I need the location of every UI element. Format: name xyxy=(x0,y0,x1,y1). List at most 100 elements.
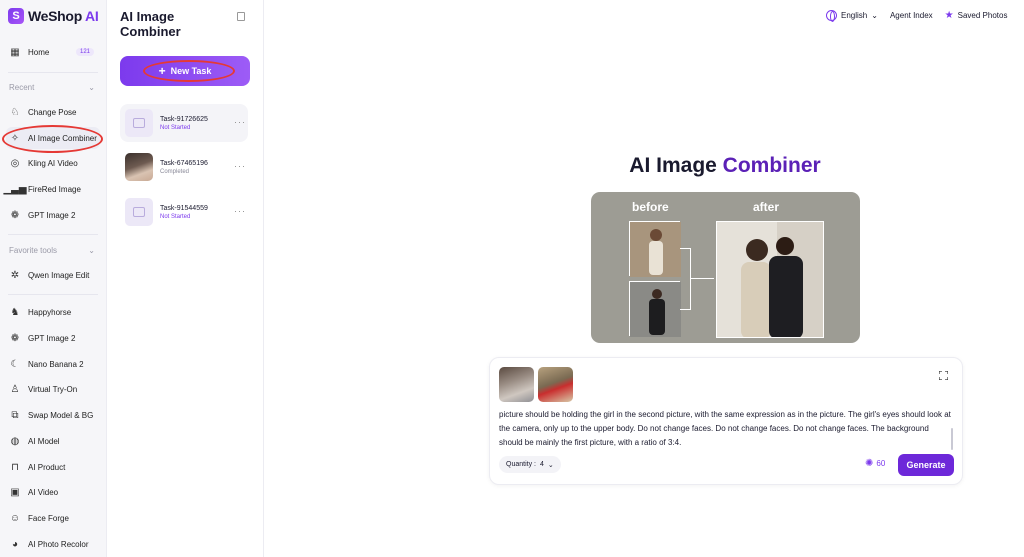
sparkle-icon: ✧ xyxy=(10,132,20,144)
prompt-card: picture should be holding the girl in th… xyxy=(489,357,963,485)
nav-label: Change Pose xyxy=(28,107,77,117)
hero-title-plain: AI Image xyxy=(629,154,717,177)
nav-label: AI Model xyxy=(28,436,60,446)
nav-item-change-pose[interactable]: ♘ Change Pose xyxy=(6,101,100,123)
top-bar: English ⌄ Agent Index ★ Saved Photos xyxy=(826,10,1008,22)
left-nav: S WeShop AI ▦ Home 121 Recent ⌄ ♘ Change … xyxy=(0,0,107,557)
nav-item-ai-product[interactable]: ⊓ AI Product xyxy=(6,456,100,478)
nav-item-virtual-try-on[interactable]: ♙ Virtual Try-On xyxy=(6,378,100,400)
language-selector[interactable]: English ⌄ xyxy=(826,10,878,22)
horse-icon: ♞ xyxy=(10,306,20,318)
quantity-value: 4 xyxy=(539,461,544,468)
face-icon: ☺ xyxy=(9,512,21,524)
nav-item-ai-video[interactable]: ▣ AI Video xyxy=(6,481,100,503)
new-task-button[interactable]: + New Task xyxy=(120,56,250,86)
nav-item-firered-image[interactable]: ▁▃▅ FireRed Image xyxy=(3,178,100,200)
more-icon[interactable]: ··· xyxy=(234,161,246,171)
nav-item-face-forge[interactable]: ☺ Face Forge xyxy=(6,507,100,529)
nav-item-gpt-image-2[interactable]: ❁ GPT Image 2 xyxy=(6,204,100,226)
more-icon[interactable]: ··· xyxy=(234,117,246,127)
nav-item-ai-photo-recolor[interactable]: ◕ AI Photo Recolor xyxy=(6,533,100,555)
task-item[interactable]: Task-67465196 Completed ··· xyxy=(120,148,248,186)
task-panel: AI Image Combiner + New Task Task-917266… xyxy=(107,0,264,557)
saved-photos-link[interactable]: ★ Saved Photos xyxy=(945,10,1008,21)
openai-icon: ❁ xyxy=(10,332,20,344)
nav-item-kling-ai-video[interactable]: ◎ Kling AI Video xyxy=(6,152,100,174)
before-image-2 xyxy=(629,281,681,337)
language-label: English xyxy=(841,11,868,20)
nav-label: Happyhorse xyxy=(28,307,72,317)
divider xyxy=(8,294,98,295)
nav-label: Virtual Try-On xyxy=(28,384,78,394)
bag-icon: ⊓ xyxy=(11,461,19,473)
prompt-textarea[interactable]: picture should be holding the girl in th… xyxy=(499,408,951,450)
nav-label: AI Photo Recolor xyxy=(28,539,89,549)
agent-index-link[interactable]: Agent Index xyxy=(890,11,933,20)
kling-icon: ◎ xyxy=(10,157,20,169)
generate-button[interactable]: Generate xyxy=(898,454,954,476)
nav-item-happyhorse[interactable]: ♞ Happyhorse xyxy=(6,301,100,323)
nav-item-ai-model[interactable]: ◍ AI Model xyxy=(6,430,100,452)
credits-value: 60 xyxy=(876,459,886,468)
palette-icon: ◕ xyxy=(11,538,19,550)
after-image xyxy=(716,221,824,338)
section-recent-label: Recent xyxy=(9,83,35,92)
plus-icon: + xyxy=(158,64,166,78)
swap-icon: ⧉ xyxy=(11,409,19,421)
task-item[interactable]: Task-91544559 Not Started ··· xyxy=(120,193,248,231)
chevron-down-icon: ⌄ xyxy=(547,461,554,469)
nav-label: GPT Image 2 xyxy=(28,333,76,343)
qwen-icon: ✲ xyxy=(10,269,20,281)
section-favorites-label: Favorite tools xyxy=(9,246,58,255)
video-icon: ▣ xyxy=(10,486,20,498)
demo-image: before after xyxy=(591,192,860,343)
task-status: Completed xyxy=(160,168,190,175)
nav-item-nano-banana-2[interactable]: ☾ Nano Banana 2 xyxy=(6,353,100,375)
quantity-select[interactable]: Quantity : 4 ⌄ xyxy=(499,456,561,473)
count-badge: 121 xyxy=(75,48,94,56)
quantity-label: Quantity : xyxy=(506,461,536,468)
nav-label: Kling AI Video xyxy=(28,158,78,168)
new-task-label: New Task xyxy=(170,66,212,76)
more-icon[interactable]: ··· xyxy=(234,206,246,216)
task-name: Task-91544559 xyxy=(160,204,208,212)
bookmark-icon[interactable] xyxy=(237,12,245,21)
nav-label: Home xyxy=(28,47,50,57)
saved-photos-label: Saved Photos xyxy=(957,11,1008,20)
chevron-down-icon: ⌄ xyxy=(871,11,878,20)
nav-item-swap-model-bg[interactable]: ⧉ Swap Model & BG xyxy=(6,404,100,426)
section-recent[interactable]: Recent ⌄ xyxy=(9,83,95,92)
nav-label: Face Forge xyxy=(28,513,69,523)
brand-logo[interactable]: S WeShop AI xyxy=(8,8,99,24)
chevron-down-icon: ⌄ xyxy=(88,246,95,255)
nav-label: FireRed Image xyxy=(28,184,81,194)
globe-icon xyxy=(826,10,837,22)
nav-label: Swap Model & BG xyxy=(28,410,94,420)
nav-label: Qwen Image Edit xyxy=(28,270,90,280)
nav-item-ai-image-combiner[interactable]: ✧ AI Image Combiner xyxy=(6,127,100,149)
credits-cost: ✺ 60 xyxy=(865,458,885,469)
nav-item-qwen-image-edit[interactable]: ✲ Qwen Image Edit xyxy=(6,264,100,286)
scrollbar[interactable] xyxy=(951,428,953,450)
expand-icon[interactable] xyxy=(939,371,948,380)
agent-index-label: Agent Index xyxy=(889,11,933,20)
task-item[interactable]: Task-91726625 Not Started ··· xyxy=(120,104,248,142)
hero-title: AI Image Combiner xyxy=(525,154,925,178)
model-icon: ◍ xyxy=(10,435,20,447)
task-name: Task-91726625 xyxy=(160,115,208,123)
chevron-down-icon: ⌄ xyxy=(88,83,95,92)
task-status: Not Started xyxy=(160,213,191,220)
reference-image-1[interactable] xyxy=(499,367,534,402)
grid-icon: ▦ xyxy=(10,46,20,58)
nav-item-home[interactable]: ▦ Home 121 xyxy=(6,41,100,63)
hero-title-accent: Combiner xyxy=(722,154,821,177)
nav-item-gpt-image-2-tool[interactable]: ❁ GPT Image 2 xyxy=(6,327,100,349)
banana-icon: ☾ xyxy=(10,358,20,370)
task-status: Not Started xyxy=(160,124,191,131)
reference-image-2[interactable] xyxy=(538,367,573,402)
nav-label: GPT Image 2 xyxy=(28,210,76,220)
after-label: after xyxy=(753,200,780,214)
section-favorites[interactable]: Favorite tools ⌄ xyxy=(9,246,95,255)
task-name: Task-67465196 xyxy=(160,159,208,167)
before-image-1 xyxy=(629,221,681,277)
